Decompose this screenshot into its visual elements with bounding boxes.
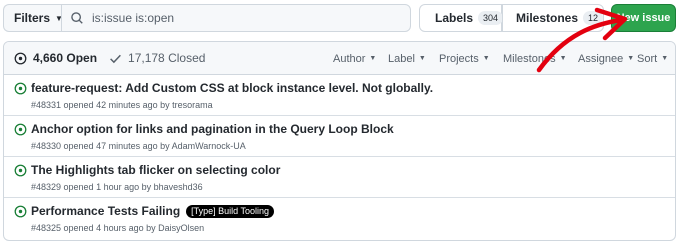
issue-title-text[interactable]: Performance Tests Failing — [31, 204, 180, 218]
assignee-filter-label: Assignee — [578, 52, 624, 65]
issue-opened-icon — [14, 52, 27, 64]
issue-label-badge[interactable]: [Type] Build Tooling — [186, 205, 275, 218]
new-issue-button[interactable]: New issue — [611, 4, 676, 32]
search-box[interactable] — [61, 4, 411, 32]
chevron-down-icon: ▼ — [482, 55, 490, 62]
issue-opened-icon — [14, 205, 27, 218]
issue-row: Performance Tests Failing [Type] Build To… — [4, 198, 675, 239]
projects-filter[interactable]: Projects ▼ — [439, 53, 490, 65]
milestones-button[interactable]: Milestones 12 — [502, 4, 604, 32]
issue-title-link[interactable]: Anchor option for links and pagination i… — [31, 122, 394, 136]
issue-title-link[interactable]: The Highlights tab flicker on selecting … — [31, 163, 280, 177]
check-icon — [110, 54, 121, 63]
open-issues-label: 4,660 Open — [33, 51, 98, 65]
open-issues-tab[interactable]: 4,660 Open — [14, 51, 97, 65]
issue-title-link[interactable]: feature-request: Add Custom CSS at block… — [31, 81, 433, 95]
author-filter-label: Author — [333, 52, 366, 65]
chevron-down-icon: ▼ — [627, 55, 635, 62]
sort-filter[interactable]: Sort ▼ — [637, 53, 668, 65]
filters-button[interactable]: Filters ▼ — [3, 4, 63, 32]
issue-meta: #48331 opened 42 minutes ago by tresoram… — [31, 100, 213, 110]
milestones-counter: 12 — [583, 11, 604, 25]
milestones-filter[interactable]: Milestones ▼ — [503, 53, 567, 65]
filters-label: Filters — [14, 11, 51, 25]
issue-opened-icon — [14, 123, 27, 136]
issues-list-header: 4,660 Open 17,178 Closed Author ▼ Label ▼ … — [4, 42, 675, 75]
issues-toolbar: Filters ▼ Labels 304 Milestones 12 New i… — [3, 4, 676, 34]
assignee-filter[interactable]: Assignee ▼ — [578, 53, 634, 65]
projects-filter-label: Projects — [439, 52, 479, 65]
issue-opened-icon — [14, 164, 27, 177]
issue-title-link: Performance Tests Failing [Type] Build To… — [31, 204, 275, 218]
label-filter-label: Label — [388, 52, 415, 65]
issues-list: 4,660 Open 17,178 Closed Author ▼ Label ▼ … — [3, 41, 676, 241]
chevron-down-icon: ▼ — [661, 55, 669, 62]
author-filter[interactable]: Author ▼ — [333, 53, 376, 65]
labels-button[interactable]: Labels 304 — [419, 4, 504, 32]
sort-filter-label: Sort — [637, 52, 658, 65]
label-filter[interactable]: Label ▼ — [388, 53, 426, 65]
issue-row: The Highlights tab flicker on selecting … — [4, 157, 675, 198]
closed-issues-label: 17,178 Closed — [128, 51, 206, 65]
milestones-label: Milestones — [516, 11, 579, 25]
issue-opened-icon — [14, 82, 27, 95]
search-icon — [71, 12, 83, 24]
chevron-down-icon: ▼ — [559, 55, 567, 62]
search-input[interactable] — [92, 11, 392, 25]
closed-issues-tab[interactable]: 17,178 Closed — [109, 51, 205, 65]
chevron-down-icon: ▼ — [418, 55, 426, 62]
issue-row: feature-request: Add Custom CSS at block… — [4, 75, 675, 116]
issue-meta: #48330 opened 47 minutes ago by AdamWarn… — [31, 141, 246, 151]
issue-meta: #48325 opened 4 hours ago by DaisyOlsen — [31, 223, 205, 233]
issue-row: Anchor option for links and pagination i… — [4, 116, 675, 157]
chevron-down-icon: ▼ — [369, 55, 377, 62]
labels-counter: 304 — [478, 11, 504, 25]
issue-meta: #48329 opened 1 hour ago by bhaveshd36 — [31, 182, 203, 192]
labels-label: Labels — [435, 11, 474, 25]
milestones-filter-label: Milestones — [503, 52, 556, 65]
